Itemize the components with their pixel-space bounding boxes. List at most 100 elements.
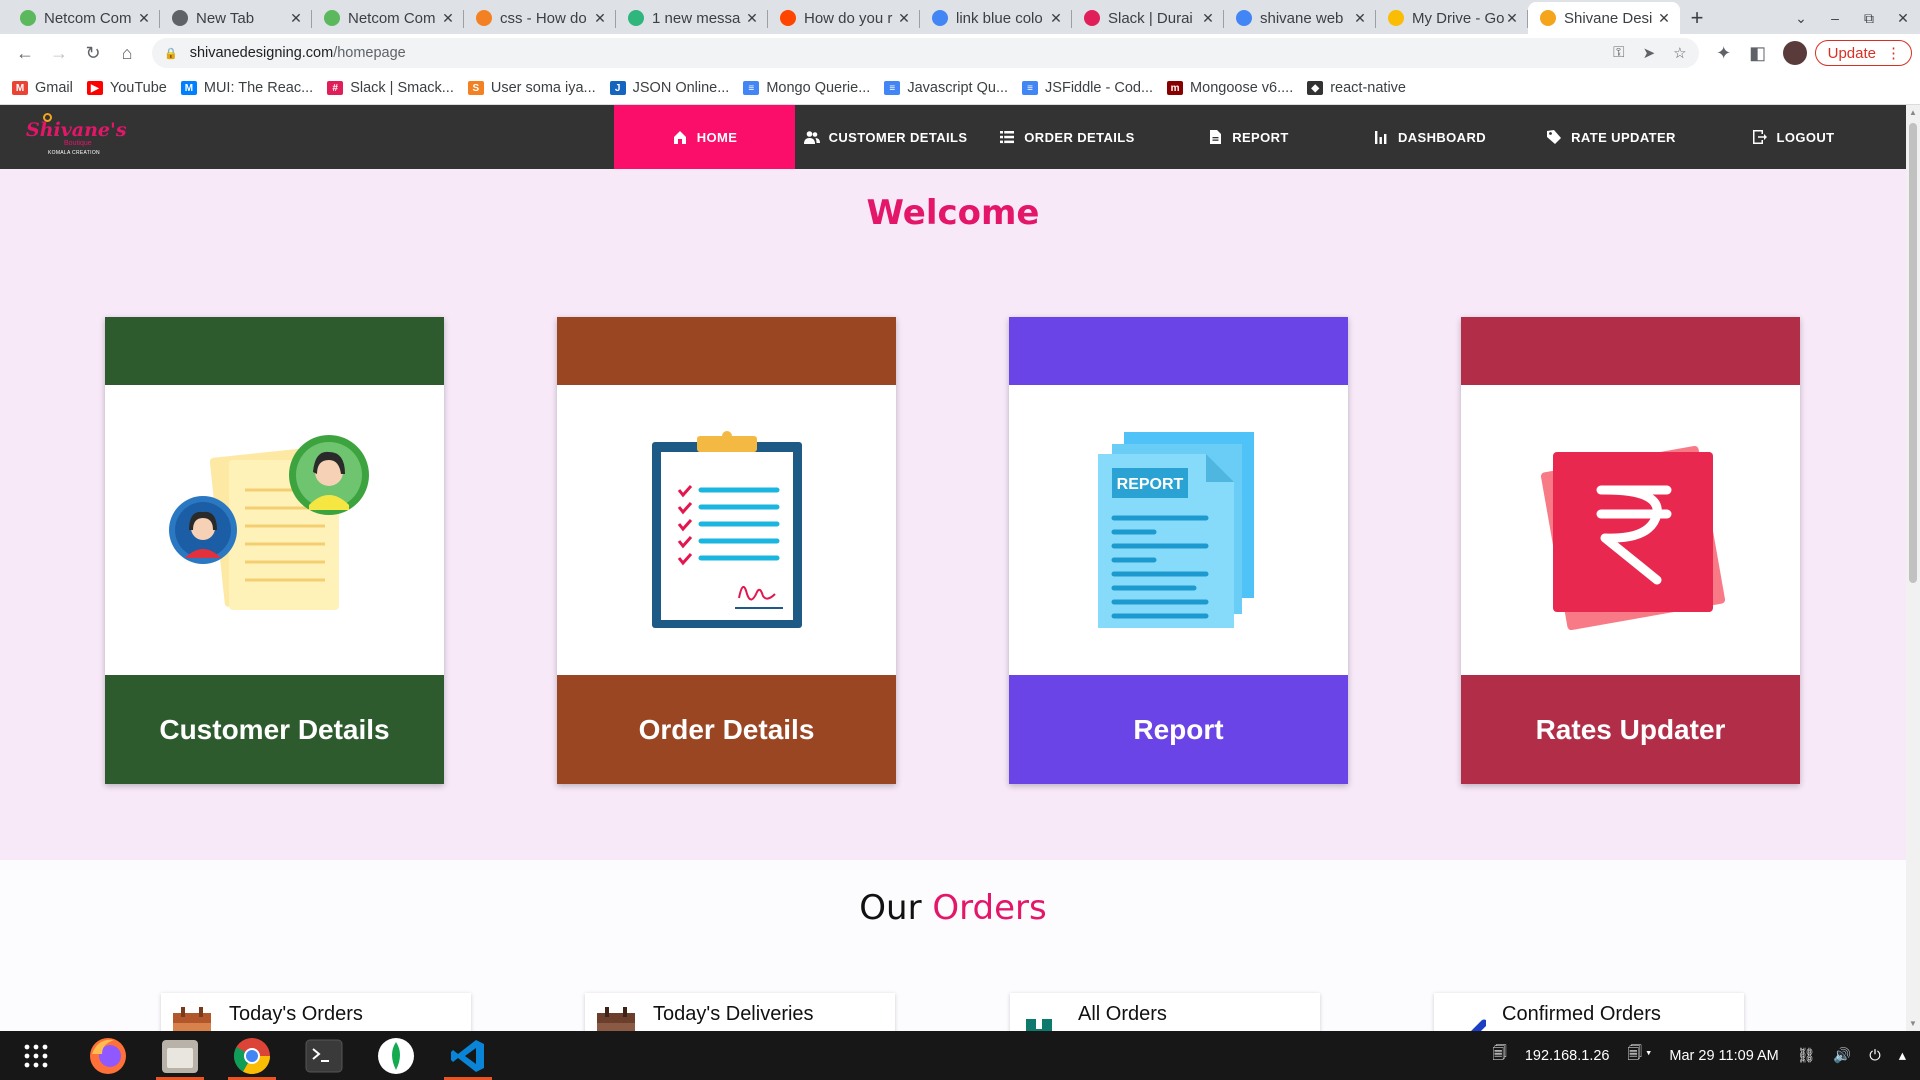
browser-tab[interactable]: shivane web ✕ [1224, 2, 1376, 34]
bookmark-favicon-icon: ≡ [884, 81, 901, 95]
bookmark-item[interactable]: ≡ JSFiddle - Cod... [1022, 80, 1153, 96]
card-header-band [557, 317, 896, 385]
nav-item-dashboard[interactable]: DASHBOARD [1338, 105, 1521, 169]
site-logo[interactable]: Shivane's Boutique KOMALA CREATION [26, 113, 127, 161]
nav-item-order-details[interactable]: ORDER DETAILS [976, 105, 1158, 169]
apps-grid-icon[interactable] [0, 1031, 72, 1080]
welcome-heading: Welcome [866, 193, 1040, 233]
url-path: /homepage [333, 45, 406, 61]
update-button[interactable]: Update ⋮ [1814, 40, 1912, 66]
tab-close-icon[interactable]: ✕ [896, 10, 912, 27]
send-icon[interactable]: ➤ [1643, 44, 1656, 62]
browser-tab[interactable]: Netcom Com ✕ [8, 2, 160, 34]
terminal-icon[interactable] [288, 1031, 360, 1080]
tab-close-icon[interactable]: ✕ [744, 10, 760, 27]
bookmark-item[interactable]: S User soma iya... [467, 80, 596, 96]
address-bar[interactable]: 🔒 shivanedesigning.com/homepage ⚿ ➤ ☆ [152, 38, 1699, 68]
bookmark-item[interactable]: ≡ Mongo Querie... [743, 80, 870, 96]
files-icon[interactable] [144, 1031, 216, 1080]
reload-icon[interactable]: ↻ [76, 37, 110, 69]
back-icon[interactable]: ← [8, 37, 42, 69]
bookmark-favicon-icon: m [1167, 81, 1184, 95]
order-card-todays-deliveries[interactable]: Today's Deliveries [585, 993, 895, 1031]
tab-close-icon[interactable]: ✕ [1200, 10, 1216, 27]
tab-close-icon[interactable]: ✕ [136, 10, 152, 27]
restore-icon[interactable]: ⧉ [1852, 10, 1886, 27]
bookmarks-bar: M Gmail ▶ YouTube M MUI: The Reac... # Slack | … [0, 72, 1920, 105]
scroll-down-icon[interactable]: ▼ [1909, 1019, 1917, 1028]
tab-close-icon[interactable]: ✕ [592, 10, 608, 27]
clipboard-icon[interactable]: 🗐 [1492, 1043, 1507, 1068]
page-scrollbar[interactable]: ▲ ▼ [1906, 105, 1920, 1031]
order-card-all-orders[interactable]: All Orders [1010, 993, 1320, 1031]
browser-tab[interactable]: 1 new messa ✕ [616, 2, 768, 34]
order-card-todays-orders[interactable]: Today's Orders [161, 993, 471, 1031]
nav-item-report[interactable]: REPORT [1158, 105, 1338, 169]
key-icon[interactable]: ⚿ [1613, 44, 1624, 62]
forward-icon[interactable]: → [42, 37, 76, 69]
home-browser-icon[interactable]: ⌂ [110, 37, 144, 69]
bookmark-item[interactable]: ◆ react-native [1307, 80, 1406, 96]
minimize-icon[interactable]: – [1818, 10, 1852, 26]
bookmark-label: YouTube [109, 80, 167, 96]
tab-close-icon[interactable]: ✕ [1656, 10, 1672, 27]
bookmark-item[interactable]: J JSON Online... [609, 80, 730, 96]
nav-item-logout[interactable]: LOGOUT [1701, 105, 1885, 169]
extensions-icon[interactable]: ✦ [1707, 37, 1741, 69]
power-icon[interactable]: ⏻ [1869, 1048, 1880, 1064]
profile-avatar[interactable] [1782, 41, 1807, 65]
nav-item-customer-details[interactable]: CUSTOMER DETAILS [795, 105, 976, 169]
clipboard-menu-icon[interactable]: 🗐 ▾ [1628, 1043, 1652, 1068]
report-document-icon: REPORT [1097, 432, 1254, 628]
tab-close-icon[interactable]: ✕ [288, 10, 304, 27]
browser-tab[interactable]: How do you r ✕ [768, 2, 920, 34]
bookmark-item[interactable]: ▶ YouTube [86, 80, 167, 96]
scroll-up-icon[interactable]: ▲ [1909, 108, 1917, 117]
tab-close-icon[interactable]: ✕ [1504, 10, 1520, 27]
chrome-icon[interactable] [216, 1031, 288, 1080]
card-order-details[interactable]: Order Details [557, 317, 896, 784]
side-panel-icon[interactable]: ◧ [1741, 37, 1775, 69]
network-icon[interactable]: ⛓ [1797, 1047, 1815, 1064]
tab-search-icon[interactable]: ⌄ [1784, 10, 1818, 27]
star-icon[interactable]: ☆ [1673, 44, 1686, 62]
bookmark-item[interactable]: m Mongoose v6.... [1167, 80, 1293, 96]
firefox-icon[interactable] [72, 1031, 144, 1080]
mongodb-compass-icon[interactable] [360, 1031, 432, 1080]
tab-close-icon[interactable]: ✕ [440, 10, 456, 27]
nav-item-rate-updater[interactable]: RATE UPDATER [1521, 105, 1701, 169]
bookmark-label: JSON Online... [632, 80, 730, 96]
nav-item-home[interactable]: HOME [614, 105, 795, 169]
browser-tab[interactable]: My Drive - Go ✕ [1376, 2, 1528, 34]
scrollbar-thumb[interactable] [1909, 123, 1917, 583]
browser-tab[interactable]: css - How do ✕ [464, 2, 616, 34]
tab-title: My Drive - Go [1412, 9, 1504, 27]
browser-tab[interactable]: Netcom Com ✕ [312, 2, 464, 34]
tab-close-icon[interactable]: ✕ [1048, 10, 1064, 27]
bookmark-item[interactable]: M MUI: The Reac... [180, 80, 313, 96]
close-window-icon[interactable]: ✕ [1886, 10, 1920, 27]
card-rates-updater[interactable]: Rates Updater [1461, 317, 1800, 784]
card-label: Rates Updater [1461, 675, 1800, 784]
card-report[interactable]: REPORT Report [1009, 317, 1348, 784]
tab-favicon-icon [1540, 10, 1556, 26]
volume-icon[interactable]: 🔊 [1833, 1047, 1851, 1064]
bookmark-item[interactable]: ≡ Javascript Qu... [884, 80, 1008, 96]
system-tray: 🗐 192.168.1.26 🗐 ▾ Mar 29 11:09 AM ⛓ 🔊 ⏻… [1492, 1043, 1920, 1068]
browser-tab-strip: Netcom Com ✕ New Tab ✕ Netcom Com ✕ css - How … [0, 0, 1920, 34]
browser-tab[interactable]: link blue colo ✕ [920, 2, 1072, 34]
order-card-confirmed-orders[interactable]: Confirmed Orders [1434, 993, 1744, 1031]
clock[interactable]: Mar 29 11:09 AM [1669, 1048, 1778, 1064]
tab-close-icon[interactable]: ✕ [1352, 10, 1368, 27]
bookmark-favicon-icon: ◆ [1307, 81, 1324, 95]
vscode-icon[interactable] [432, 1031, 504, 1080]
tray-expand-icon[interactable]: ▴ [1899, 1048, 1906, 1064]
bookmark-item[interactable]: M Gmail [12, 80, 73, 96]
browser-tab[interactable]: New Tab ✕ [160, 2, 312, 34]
new-tab-button[interactable]: + [1680, 2, 1714, 34]
bookmark-item[interactable]: # Slack | Smack... [327, 80, 454, 96]
browser-tab[interactable]: Slack | Durai ✕ [1072, 2, 1224, 34]
bookmark-label: User soma iya... [490, 80, 596, 96]
browser-tab[interactable]: Shivane Desi ✕ [1528, 2, 1680, 34]
card-customer-details[interactable]: Customer Details [105, 317, 444, 784]
